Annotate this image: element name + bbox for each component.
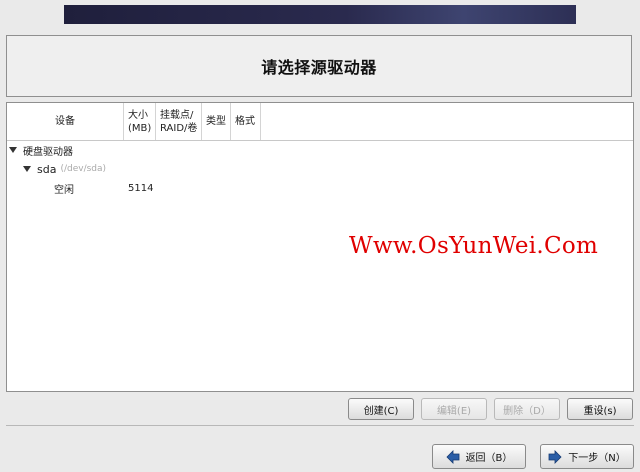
col-format[interactable]: 格式 bbox=[231, 103, 261, 140]
tree-row-free[interactable]: 空闲 5114 bbox=[54, 179, 254, 197]
delete-button[interactable]: 删除（D） bbox=[494, 398, 560, 420]
col-mount[interactable]: 挂载点/ RAID/卷 bbox=[156, 103, 202, 140]
tree-row-harddrives[interactable]: 硬盘驱动器 bbox=[9, 141, 73, 159]
watermark-text: Www.OsYunWei.Com bbox=[349, 233, 599, 259]
create-button[interactable]: 创建(C) bbox=[348, 398, 414, 420]
expander-down-icon[interactable] bbox=[23, 166, 31, 172]
page-title: 请选择源驱动器 bbox=[261, 58, 377, 77]
edit-button[interactable]: 编辑(E) bbox=[421, 398, 487, 420]
tree-row-sda[interactable]: sda (/dev/sda) bbox=[23, 160, 106, 178]
reset-button[interactable]: 重设(s) bbox=[567, 398, 633, 420]
free-size: 5114 bbox=[128, 182, 154, 194]
tree-header: 设备 大小 (MB) 挂载点/ RAID/卷 类型 格式 bbox=[7, 103, 633, 141]
next-button[interactable]: 下一步（N） bbox=[540, 444, 634, 469]
expander-down-icon[interactable] bbox=[9, 147, 17, 153]
col-size[interactable]: 大小 (MB) bbox=[124, 103, 156, 140]
arrow-right-icon bbox=[548, 449, 562, 464]
col-device[interactable]: 设备 bbox=[7, 103, 124, 140]
back-button[interactable]: 返回（B） bbox=[432, 444, 526, 469]
header-panel: 请选择源驱动器 bbox=[6, 35, 632, 97]
top-banner bbox=[64, 5, 576, 24]
arrow-left-icon bbox=[445, 449, 459, 464]
col-type[interactable]: 类型 bbox=[202, 103, 231, 140]
device-tree[interactable]: 设备 大小 (MB) 挂载点/ RAID/卷 类型 格式 硬盘驱动器 sda (… bbox=[6, 102, 634, 392]
separator bbox=[6, 425, 634, 426]
